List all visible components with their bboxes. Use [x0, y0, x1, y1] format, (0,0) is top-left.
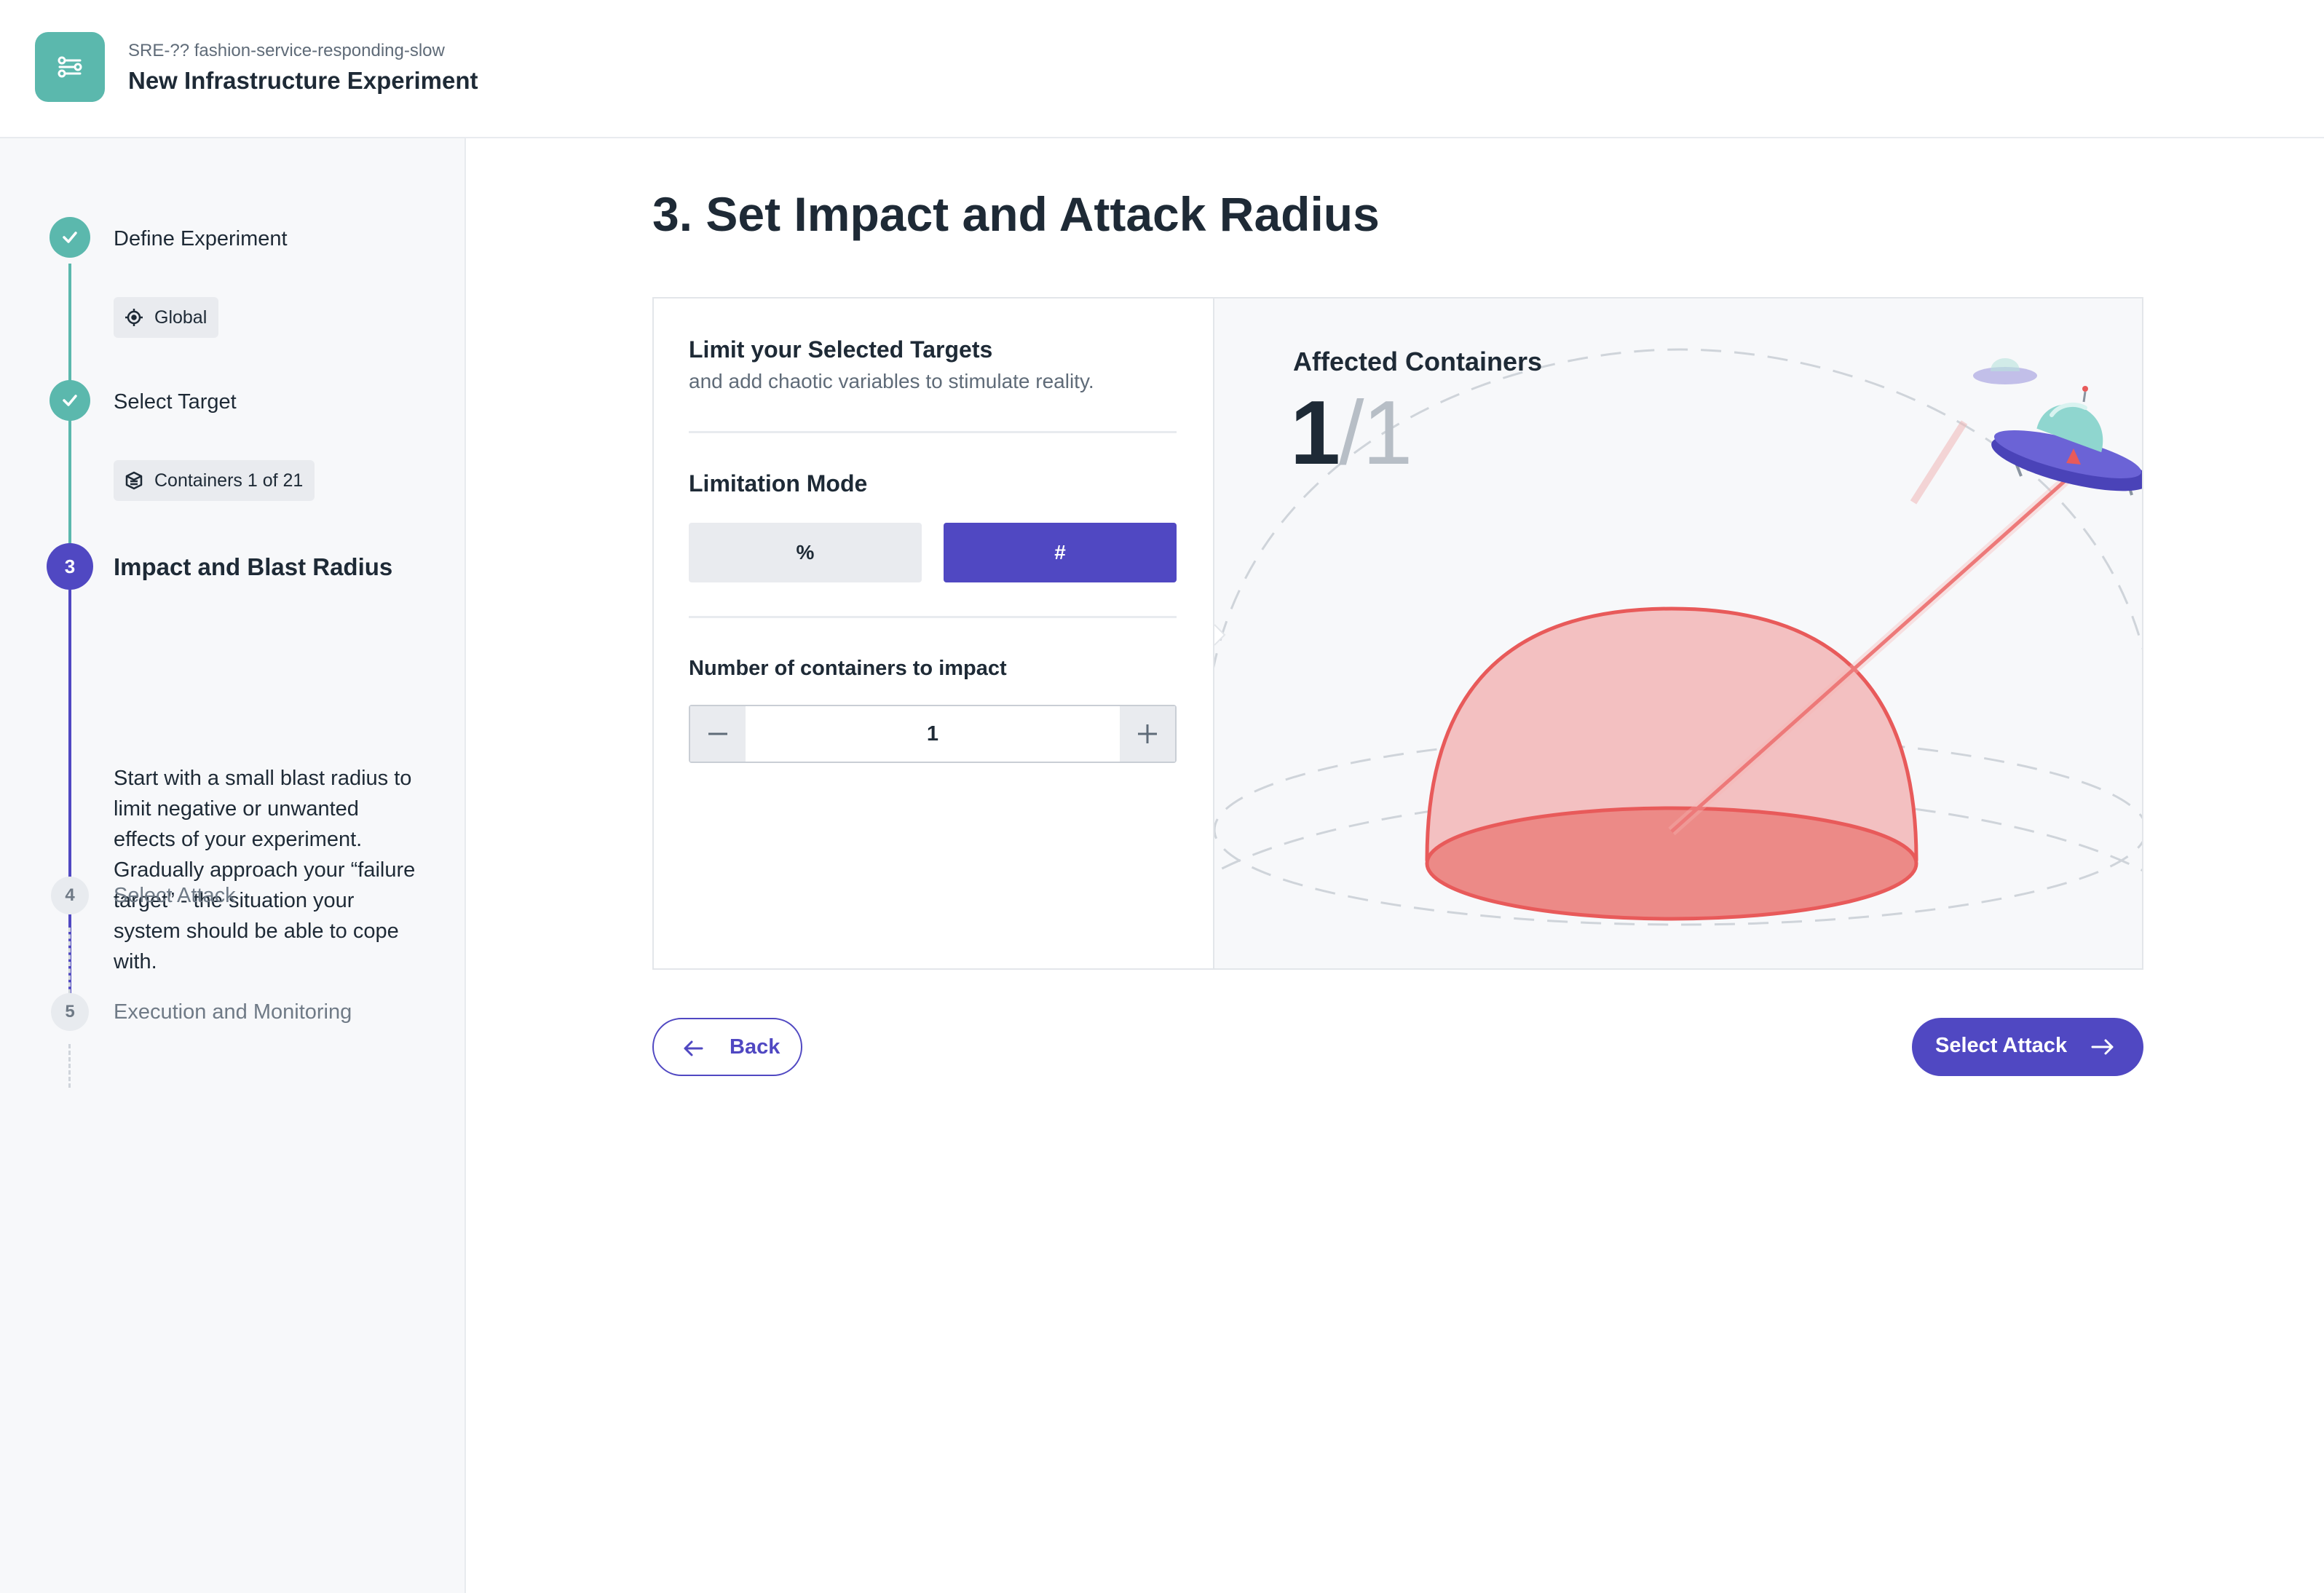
affected-panel: Affected Containers 1/1	[1213, 299, 2142, 968]
affected-total: 1	[1362, 383, 1412, 483]
step-1-tag-label: Global	[154, 307, 208, 328]
mode-count-button[interactable]: #	[944, 523, 1177, 582]
affected-separator: /	[1338, 383, 1364, 483]
step-2-tag-label: Containers 1 of 21	[154, 470, 304, 491]
experiment-id: SRE-?? fashion-service-responding-slow	[128, 41, 445, 60]
arrow-left-icon	[684, 1040, 703, 1056]
page-title: 3. Set Impact and Attack Radius	[652, 187, 1380, 241]
step-5-number[interactable]: 5	[51, 993, 89, 1031]
step-5-label[interactable]: Execution and Monitoring	[114, 1000, 352, 1024]
impact-card: Limit your Selected Targets and add chao…	[652, 297, 2143, 970]
limit-title: Limit your Selected Targets	[689, 336, 993, 363]
increment-button[interactable]	[1120, 706, 1175, 762]
step-5-connector	[68, 1044, 71, 1088]
limit-panel: Limit your Selected Targets and add chao…	[654, 299, 1213, 968]
back-button[interactable]: Back	[652, 1018, 802, 1076]
container-box-icon	[125, 471, 143, 490]
back-button-label: Back	[730, 1035, 780, 1059]
arrow-right-icon	[2091, 1039, 2114, 1055]
decrement-button[interactable]	[690, 706, 746, 762]
container-count-input[interactable]	[746, 706, 1120, 762]
affected-current: 1	[1290, 383, 1340, 483]
app-header: SRE-?? fashion-service-responding-slow N…	[0, 0, 2324, 138]
select-attack-button[interactable]: Select Attack	[1912, 1018, 2143, 1076]
limit-subtitle: and add chaotic variables to stimulate r…	[689, 370, 1094, 392]
step-1-label[interactable]: Define Experiment	[114, 227, 288, 251]
experiment-title: New Infrastructure Experiment	[128, 67, 478, 94]
step-2-label[interactable]: Select Target	[114, 390, 237, 414]
affected-containers-count: 1/1	[1290, 382, 1412, 485]
step-4-number[interactable]: 4	[51, 877, 89, 914]
limitation-mode-title: Limitation Mode	[689, 470, 868, 497]
step-2-checkmark-icon[interactable]	[50, 380, 90, 421]
container-count-title: Number of containers to impact	[689, 657, 1007, 680]
affected-containers-title: Affected Containers	[1293, 347, 1543, 376]
step-2-tag: Containers 1 of 21	[114, 460, 315, 501]
select-attack-button-label: Select Attack	[1935, 1034, 2068, 1057]
step-1-tag: Global	[114, 297, 219, 338]
step-3-label[interactable]: Impact and Blast Radius	[114, 553, 392, 581]
mode-percent-button[interactable]: %	[689, 523, 922, 582]
step-1-checkmark-icon[interactable]	[50, 217, 90, 258]
divider	[689, 431, 1177, 433]
plus-icon	[1138, 724, 1157, 743]
step-4-connector	[68, 928, 71, 1000]
step-4-label[interactable]: Select Attack	[114, 884, 236, 908]
minus-icon	[708, 732, 727, 735]
step-3-description: Start with a small blast radius to limit…	[114, 767, 416, 973]
wizard-sidebar: Define Experiment Global Select Target C…	[0, 138, 466, 1593]
experiment-flow-icon	[35, 32, 105, 102]
container-count-stepper	[689, 705, 1177, 763]
step-3-number[interactable]: 3	[47, 543, 93, 590]
divider	[689, 616, 1177, 618]
crosshair-icon	[125, 309, 143, 326]
